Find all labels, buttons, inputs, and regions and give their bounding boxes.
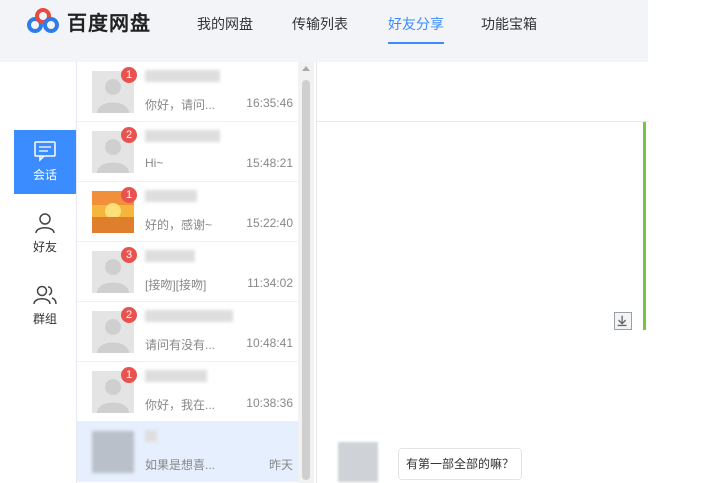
- message-preview: 你好，我在...: [145, 398, 216, 412]
- top-bar: 百度网盘 我的网盘 传输列表 好友分享 功能宝箱: [0, 0, 648, 62]
- contact-name-redacted: [145, 70, 220, 82]
- message-time: 15:22:40: [246, 216, 293, 230]
- message-time: 10:38:36: [246, 396, 293, 410]
- unread-badge: 1: [121, 187, 137, 203]
- message-preview: 如果是想喜...: [145, 458, 216, 472]
- sidebar-item-label: 会话: [32, 168, 57, 182]
- chat-icon: [34, 141, 56, 162]
- message-time: 昨天: [268, 458, 293, 472]
- scroll-up-icon[interactable]: [302, 66, 310, 71]
- group-icon: [33, 285, 57, 305]
- sidebar-item-label: 好友: [32, 240, 57, 254]
- main-nav: 我的网盘 传输列表 好友分享 功能宝箱: [0, 0, 648, 62]
- avatar[interactable]: [92, 431, 134, 473]
- conversation-item[interactable]: 1 你好，我在... 10:38:36: [77, 362, 299, 422]
- unread-badge: 2: [121, 127, 137, 143]
- unread-badge: 1: [121, 367, 137, 383]
- conversation-item[interactable]: 2 Hi~ 15:48:21: [77, 122, 299, 182]
- nav-transfer-list[interactable]: 传输列表: [292, 14, 348, 34]
- contact-name-redacted: [145, 370, 207, 382]
- sidebar-item-label: 群组: [32, 312, 57, 326]
- contact-name-redacted: [145, 190, 197, 202]
- message-preview: 好的，感谢~: [145, 218, 213, 232]
- conversation-list-scrollbar[interactable]: [298, 62, 314, 483]
- online-indicator-bar: [643, 122, 646, 330]
- chat-header-divider: [317, 121, 649, 122]
- message-preview: 请问有没有...: [145, 338, 216, 352]
- conversation-item[interactable]: 1 你好，请问... 16:35:46: [77, 62, 299, 122]
- sidebar-item-friends[interactable]: 好友: [14, 202, 76, 266]
- contact-name-redacted: [145, 310, 233, 322]
- sidebar: 会话 好友 群组: [14, 130, 76, 420]
- message-time: 16:35:46: [246, 96, 293, 110]
- contact-name-redacted: [145, 130, 220, 142]
- chat-panel: [316, 62, 649, 483]
- message-preview: [接吻][接吻]: [145, 278, 207, 292]
- unread-badge: 1: [121, 67, 137, 83]
- message-bubble: 有第一部全部的嘛？: [398, 448, 523, 480]
- nav-my-disk[interactable]: 我的网盘: [197, 14, 253, 34]
- conversation-item[interactable]: 1 好的，感谢~ 15:22:40: [77, 182, 299, 242]
- message-time: 11:34:02: [247, 276, 293, 290]
- message-time: 15:48:21: [246, 156, 293, 170]
- conversation-list[interactable]: 1 你好，请问... 16:35:46 2 Hi~ 15:48:21 1 好的，感谢~ 15:2…: [76, 62, 314, 483]
- message-avatar[interactable]: [338, 442, 378, 482]
- arrow-down-icon: [617, 315, 627, 327]
- conversation-item[interactable]: 3 [接吻][接吻] 11:34:02: [77, 242, 299, 302]
- message-preview: 你好，请问...: [145, 98, 216, 112]
- sidebar-item-groups[interactable]: 群组: [14, 274, 76, 338]
- nav-friend-share[interactable]: 好友分享: [388, 14, 444, 34]
- conversation-item[interactable]: 如果是想喜... 昨天: [77, 422, 299, 482]
- unread-badge: 3: [121, 247, 137, 263]
- message-preview: Hi~: [145, 156, 164, 170]
- contact-name-redacted: [145, 430, 157, 442]
- message-time: 10:48:41: [246, 336, 293, 350]
- download-icon[interactable]: [614, 312, 632, 330]
- conversation-item[interactable]: 2 请问有没有... 10:48:41: [77, 302, 299, 362]
- sidebar-item-conversations[interactable]: 会话: [14, 130, 76, 194]
- nav-toolbox[interactable]: 功能宝箱: [481, 14, 537, 34]
- person-icon: [35, 213, 55, 234]
- unread-badge: 2: [121, 307, 137, 323]
- contact-name-redacted: [145, 250, 195, 262]
- nav-active-indicator: [388, 42, 444, 44]
- scroll-thumb[interactable]: [302, 80, 310, 480]
